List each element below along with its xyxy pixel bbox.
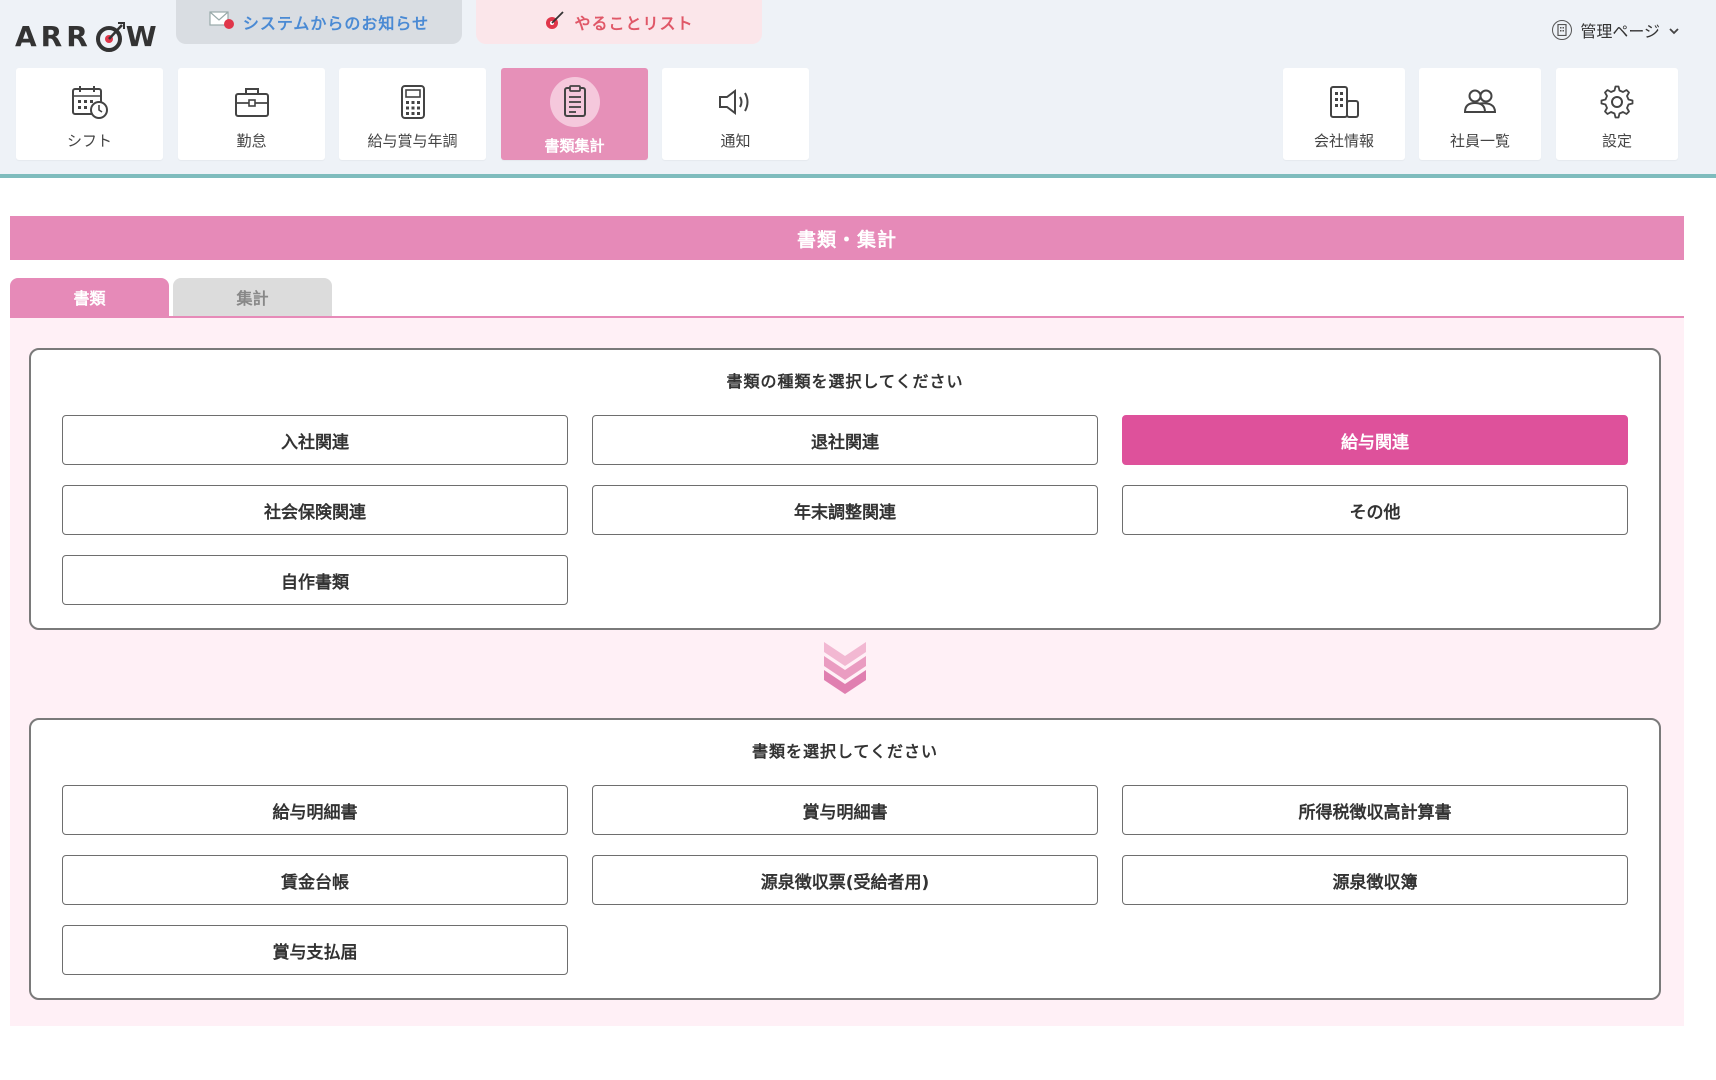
chevron-double-down-icon	[822, 638, 868, 698]
admin-page-menu[interactable]: 管理ページ	[1552, 16, 1680, 44]
nav-documents-label: 書類集計	[544, 137, 605, 155]
category-select-box: 書類の種類を選択してください 入社関連 退社関連 給与関連 社会保険関連 年末調…	[29, 348, 1661, 630]
nav-payroll[interactable]: 給与賞与年調	[339, 68, 486, 160]
document-option-income-tax-calc[interactable]: 所得税徴収高計算書	[1122, 785, 1628, 835]
tab-aggregation[interactable]: 集計	[173, 278, 332, 316]
nav-settings[interactable]: 設定	[1556, 68, 1678, 160]
tab-documents[interactable]: 書類	[10, 278, 169, 316]
nav-payroll-label: 給与賞与年調	[367, 132, 458, 150]
logo-text-start: ARR	[15, 19, 92, 53]
nav-attendance[interactable]: 勤怠	[178, 68, 325, 160]
category-option-other[interactable]: その他	[1122, 485, 1628, 535]
document-option-wage-ledger[interactable]: 賃金台帳	[62, 855, 568, 905]
nav-notifications[interactable]: 通知	[662, 68, 809, 160]
document-option-withholding-slip[interactable]: 源泉徴収票(受給者用)	[592, 855, 1098, 905]
document-option-bonus-payment-report[interactable]: 賞与支払届	[62, 925, 568, 975]
nav-company-info[interactable]: 会社情報	[1283, 68, 1405, 160]
chevron-down-icon	[1668, 21, 1680, 40]
nav-company-info-label: 会社情報	[1313, 132, 1374, 150]
calculator-icon	[393, 82, 433, 122]
nav-attendance-label: 勤怠	[236, 132, 267, 150]
nav-settings-label: 設定	[1601, 132, 1632, 150]
mail-icon	[209, 10, 235, 34]
users-icon	[1460, 82, 1500, 122]
category-option-salary[interactable]: 給与関連	[1122, 415, 1628, 465]
nav-shift-label: シフト	[66, 132, 112, 150]
nav-documents[interactable]: 書類集計	[501, 68, 648, 160]
content-panel: 書類の種類を選択してください 入社関連 退社関連 給与関連 社会保険関連 年末調…	[10, 318, 1684, 1026]
nav-employee-list-label: 社員一覧	[1449, 132, 1510, 150]
document-option-payslip[interactable]: 給与明細書	[62, 785, 568, 835]
app-header: ARR W システムからのお知らせ やることリスト 管理ページ シフト 勤怠 給…	[0, 0, 1716, 178]
todo-list-label: やることリスト	[574, 14, 694, 33]
gear-icon	[1597, 82, 1637, 122]
target-arrow-icon	[94, 21, 125, 52]
todo-list-button[interactable]: やることリスト	[476, 0, 762, 44]
briefcase-icon	[232, 82, 272, 122]
document-select-box: 書類を選択してください 給与明細書 賞与明細書 所得税徴収高計算書 賃金台帳 源…	[29, 718, 1661, 1000]
target-icon	[544, 10, 566, 34]
category-option-leaving[interactable]: 退社関連	[592, 415, 1098, 465]
document-option-bonus-slip[interactable]: 賞与明細書	[592, 785, 1098, 835]
system-notice-button[interactable]: システムからのお知らせ	[176, 0, 462, 44]
category-option-joining[interactable]: 入社関連	[62, 415, 568, 465]
arrow-logo[interactable]: ARR W	[15, 16, 161, 56]
logo-text-end: W	[125, 19, 161, 53]
speaker-icon	[716, 82, 756, 122]
category-select-title: 書類の種類を選択してください	[726, 372, 964, 391]
document-option-withholding-book[interactable]: 源泉徴収簿	[1122, 855, 1628, 905]
system-notice-label: システムからのお知らせ	[242, 14, 430, 33]
nav-employee-list[interactable]: 社員一覧	[1419, 68, 1541, 160]
calendar-clock-icon	[70, 82, 110, 122]
admin-page-label: 管理ページ	[1580, 22, 1660, 41]
tab-bar: 書類 集計	[10, 278, 1684, 318]
building-small-icon	[1552, 20, 1573, 40]
nav-shift[interactable]: シフト	[16, 68, 163, 160]
building-icon	[1324, 82, 1364, 122]
nav-notifications-label: 通知	[720, 132, 751, 150]
category-option-custom[interactable]: 自作書類	[62, 555, 568, 605]
document-select-title: 書類を選択してください	[751, 742, 939, 761]
category-option-social-insurance[interactable]: 社会保険関連	[62, 485, 568, 535]
category-option-year-end-adjustment[interactable]: 年末調整関連	[592, 485, 1098, 535]
page-title: 書類・集計	[10, 216, 1684, 260]
document-icon	[549, 77, 600, 127]
